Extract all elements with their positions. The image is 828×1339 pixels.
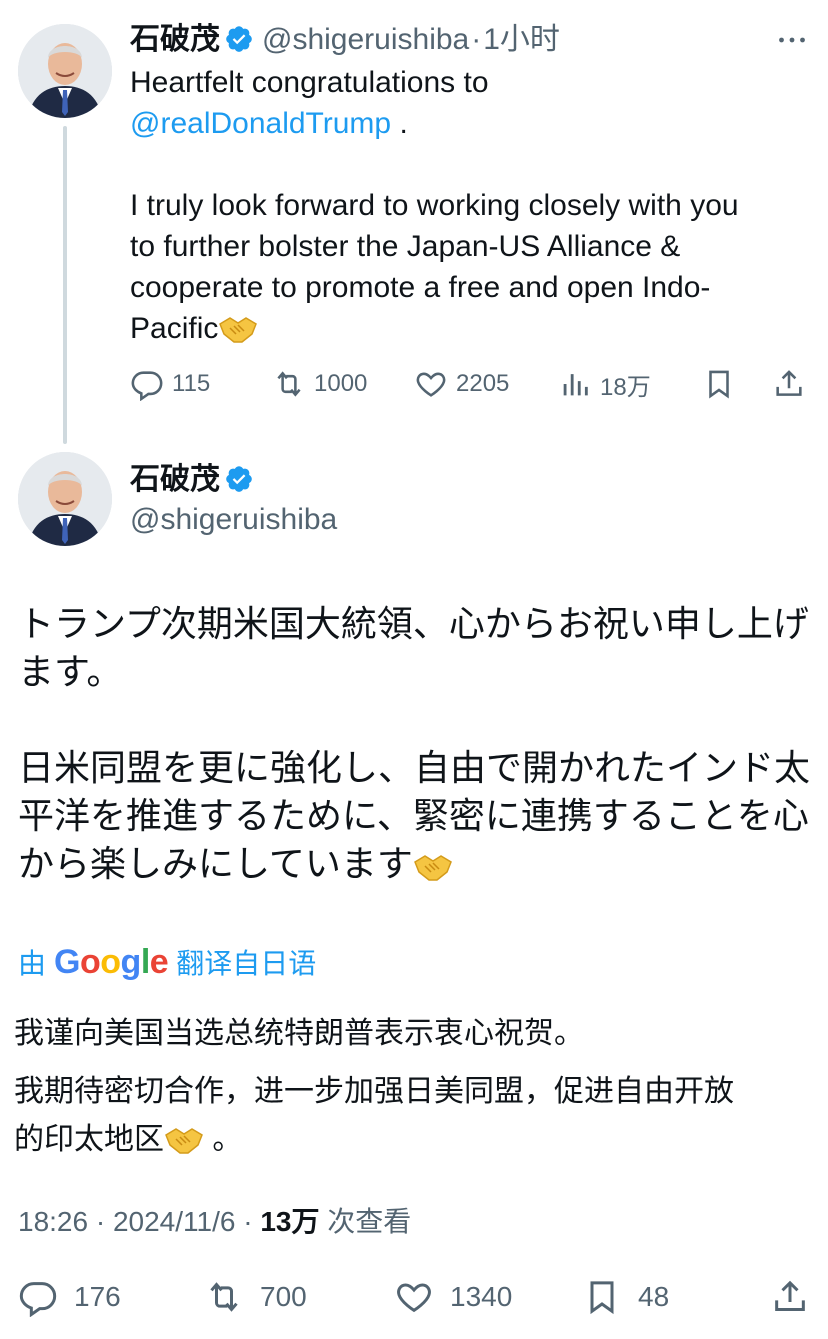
tweet-text-line: Pacific (130, 308, 820, 349)
views-total: 13万 (260, 1206, 320, 1237)
bookmark-icon (709, 370, 729, 399)
separator-dot: · (471, 23, 482, 56)
tweet2-author-row: 石破茂 (130, 460, 254, 500)
tweet1-actions: 115 1000 2205 18万 (130, 362, 820, 406)
reply-icon (19, 1282, 57, 1317)
handshake-emoji-icon (413, 852, 453, 882)
tweet1-header: 石破茂 @shigeruishiba·1小时 (130, 18, 560, 62)
tweet-text-line: cooperate to promote a free and open Ind… (130, 271, 711, 304)
heart-icon (397, 1283, 431, 1313)
like-count: 2205 (456, 370, 510, 397)
reply-count: 115 (172, 370, 211, 397)
translated-text: 我谨向美国当选总统特朗普表示衷心祝贺。 我期待密切合作，进一步加强日美同盟，促进… (14, 1010, 814, 1164)
translation-prefix: 由 (18, 948, 47, 979)
tweet-text-line: ます。 (18, 651, 123, 692)
tweet-text-line: から楽しみにしています (18, 840, 818, 888)
repost-count: 700 (260, 1281, 307, 1312)
reply-button[interactable]: 115 (130, 362, 210, 406)
translation-suffix: 翻译自日语 (176, 948, 317, 979)
separator-dot: · (88, 1206, 113, 1237)
like-button[interactable]: 2205 (414, 362, 509, 406)
translated-line: 的印太地区 。 (14, 1116, 814, 1164)
tweet-text-line: 日米同盟を更に強化し、自由で開かれたインド太 (18, 747, 811, 788)
translated-fragment: 。 (204, 1123, 243, 1156)
post-time[interactable]: 18:26 (18, 1206, 88, 1237)
author-name[interactable]: 石破茂 (130, 463, 220, 496)
views-label: 次查看 (327, 1206, 412, 1237)
verified-badge-icon (224, 464, 254, 494)
avatar-portrait-icon (18, 24, 112, 118)
repost-icon (210, 1282, 238, 1312)
heart-icon (416, 372, 446, 397)
share-button[interactable] (770, 1272, 810, 1322)
avatar[interactable] (18, 24, 112, 118)
tweet-meta: 18:26 · 2024/11/6 · 13万 次查看 (18, 1200, 411, 1244)
thread-connector (63, 126, 67, 444)
repost-button[interactable]: 700 (204, 1272, 307, 1322)
like-count: 1340 (450, 1281, 513, 1312)
tweet-text-line: トランプ次期米国大統領、心からお祝い申し上げ (18, 603, 809, 644)
author-handle[interactable]: @shigeruishiba (262, 23, 469, 56)
avatar[interactable] (18, 452, 112, 546)
tweet2-text: トランプ次期米国大統領、心からお祝い申し上げ ます。 日米同盟を更に強化し、自由… (18, 600, 818, 888)
handshake-emoji-icon (164, 1125, 204, 1155)
tweet-text-fragment: Pacific (130, 312, 219, 345)
translated-line: 我期待密切合作，进一步加强日美同盟，促进自由开放 (14, 1075, 734, 1108)
views-count: 18万 (600, 373, 651, 401)
bookmark-count: 48 (638, 1281, 670, 1312)
separator-dot: · (235, 1206, 261, 1237)
tweet-text-fragment: から楽しみにしています (18, 843, 413, 884)
repost-button[interactable]: 1000 (272, 362, 367, 406)
tweet-text-line: I truly look forward to working closely … (130, 189, 739, 222)
bookmark-button[interactable] (702, 362, 736, 406)
handshake-emoji-icon (218, 314, 258, 344)
translation-attribution[interactable]: 由 Google 翻译自日语 (18, 940, 316, 984)
analytics-icon (563, 374, 588, 396)
reply-count: 176 (74, 1281, 121, 1312)
repost-count: 1000 (314, 370, 368, 397)
mention-link[interactable]: @realDonaldTrump (130, 107, 391, 140)
verified-badge-icon (224, 24, 254, 54)
tweet-text-line: 平洋を推進するために、緊密に連携することを心 (18, 795, 809, 836)
more-options-button[interactable] (774, 22, 810, 58)
share-button[interactable] (772, 362, 806, 406)
like-button[interactable]: 1340 (394, 1272, 512, 1322)
repost-icon (277, 371, 301, 397)
tweet1-text: Heartfelt congratulations to @realDonald… (130, 62, 820, 349)
avatar-portrait-icon (18, 452, 112, 546)
author-handle[interactable]: @shigeruishiba (130, 500, 337, 540)
reply-icon (131, 371, 163, 401)
translated-line: 我谨向美国当选总统特朗普表示衷心祝贺。 (14, 1017, 584, 1050)
tweet-text-line: @realDonaldTrump . (130, 103, 820, 144)
tweet-text-line: Heartfelt congratulations to (130, 66, 489, 99)
author-name[interactable]: 石破茂 (130, 23, 220, 56)
google-logo: Google (54, 942, 169, 981)
reply-button[interactable]: 176 (18, 1272, 121, 1322)
post-date[interactable]: 2024/11/6 (113, 1206, 236, 1237)
translated-fragment: 的印太地区 (14, 1123, 164, 1156)
tweet-text-fragment: . (391, 107, 408, 140)
views-button[interactable]: 18万 (558, 362, 651, 406)
tweet2-actions: 176 700 1340 48 (18, 1272, 818, 1322)
bookmark-button[interactable]: 48 (582, 1272, 669, 1322)
tweet-time[interactable]: 1小时 (483, 23, 560, 56)
share-icon (776, 370, 802, 396)
tweet-text-line: to further bolster the Japan-US Alliance… (130, 230, 681, 263)
more-dots-icon (779, 37, 805, 43)
bookmark-icon (590, 1281, 614, 1315)
share-icon (775, 1280, 805, 1311)
